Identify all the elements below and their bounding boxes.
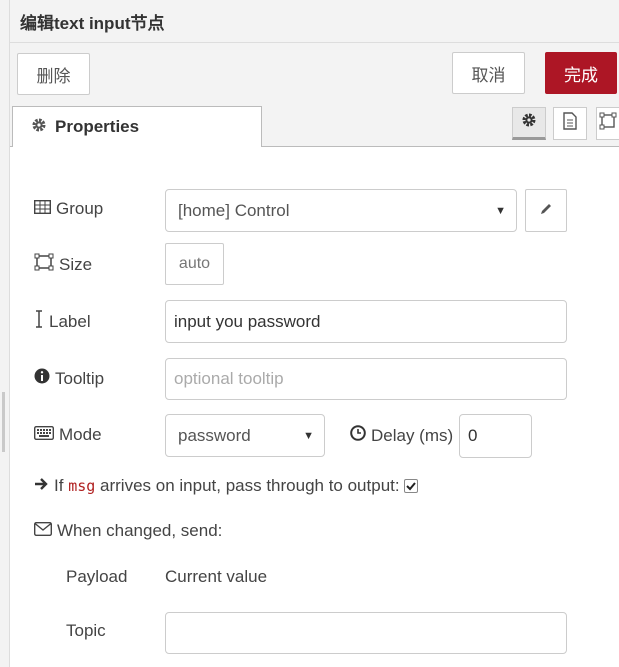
tab-label: Properties <box>55 117 140 136</box>
send-row: When changed, send: <box>33 521 223 541</box>
group-label: Group <box>56 199 104 218</box>
appearance-tab-button[interactable] <box>596 107 619 140</box>
caret-down-icon: ▼ <box>303 429 314 442</box>
mode-label-row: Mode <box>33 425 102 445</box>
size-icon <box>34 253 59 276</box>
send-label: When changed, send: <box>57 521 223 540</box>
frame-icon <box>599 112 617 135</box>
text-cursor-icon <box>34 310 49 333</box>
gear-icon <box>521 112 537 133</box>
delay-input[interactable]: 0 <box>459 414 532 458</box>
tooltip-label: Tooltip <box>55 368 105 388</box>
cancel-button[interactable]: 取消 <box>452 52 525 94</box>
pencil-icon <box>539 201 553 221</box>
arrow-right-icon <box>34 476 54 496</box>
resize-handle[interactable] <box>2 392 5 452</box>
description-tab-button[interactable] <box>553 107 587 140</box>
gear-icon <box>31 117 55 138</box>
label-label: Label <box>49 311 91 331</box>
caret-down-icon: ▼ <box>495 204 506 217</box>
label-label-row: Label <box>34 310 91 333</box>
keyboard-icon <box>33 425 59 445</box>
passthrough-row: If msg arrives on input, pass through to… <box>34 476 418 496</box>
dialog-title: 编辑text input节点 <box>20 14 165 33</box>
topic-label: Topic <box>66 621 106 640</box>
size-button[interactable]: auto <box>165 243 224 285</box>
tooltip-label-row: Tooltip <box>34 368 104 389</box>
left-gutter <box>0 0 10 667</box>
settings-tab-button[interactable] <box>512 107 546 140</box>
delay-label-row: Delay (ms) <box>350 425 453 446</box>
mode-value: password <box>178 425 251 445</box>
mode-select[interactable]: password ▼ <box>165 414 325 457</box>
tooltip-input[interactable]: optional tooltip <box>165 358 567 400</box>
clock-icon <box>350 425 371 446</box>
passthrough-checkbox[interactable] <box>403 479 418 493</box>
msg-code: msg <box>68 477 96 495</box>
table-icon <box>33 199 56 219</box>
document-icon <box>563 112 577 135</box>
size-label: Size <box>59 254 93 274</box>
passthrough-prefix: If <box>54 476 64 495</box>
tab-properties[interactable]: Properties <box>12 106 262 147</box>
group-label-row: Group <box>33 199 104 219</box>
mode-label: Mode <box>59 425 102 444</box>
passthrough-suffix: arrives on input, pass through to output… <box>100 476 400 495</box>
envelope-icon <box>33 521 57 541</box>
delete-button[interactable]: 删除 <box>17 53 90 95</box>
payload-label: Payload <box>66 567 128 586</box>
group-select[interactable]: [home] Control ▼ <box>165 189 517 232</box>
delay-label: Delay (ms) <box>371 425 454 445</box>
label-input[interactable]: input you password <box>165 300 567 343</box>
action-toolbar <box>10 43 619 104</box>
size-label-row: Size <box>34 253 92 276</box>
payload-value: Current value <box>165 567 268 586</box>
edit-group-button[interactable] <box>525 189 567 232</box>
done-button[interactable]: 完成 <box>545 52 617 94</box>
group-value: [home] Control <box>178 200 290 220</box>
topic-input[interactable] <box>165 612 567 654</box>
info-icon <box>34 368 55 389</box>
